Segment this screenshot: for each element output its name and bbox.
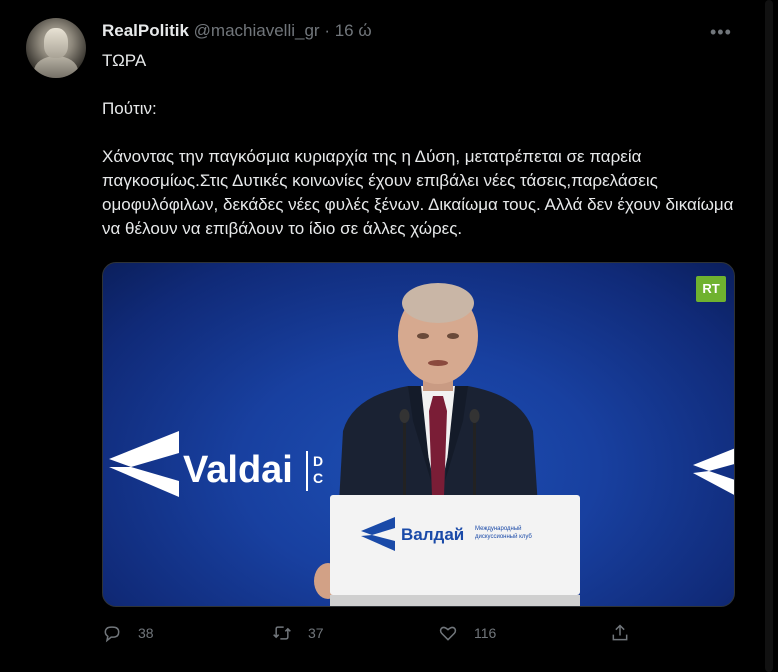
scrollbar[interactable] [760,0,778,672]
reply-icon [104,626,120,643]
tweet-actions: 38 37 116 [102,623,642,647]
podium-subtitle-line: Международный [475,526,522,532]
like-icon [439,626,457,641]
podium-base [330,595,580,606]
avatar-bust [44,28,68,58]
tweet-text: ΤΩΡΑ Πούτιν: Χάνοντας την παγκόσμια κυρι… [102,49,742,241]
retweet-button[interactable]: 37 [272,623,324,643]
share-button[interactable] [610,623,630,643]
divider [306,451,308,491]
avatar[interactable] [26,18,86,78]
retweet-count: 37 [308,625,324,641]
valdai-logo-icon [109,431,179,497]
tweet-container[interactable]: RealPolitik @machiavelli_gr · 16 ώ ••• Τ… [0,0,761,672]
valdai-logo-icon [693,448,734,495]
reply-count: 38 [138,625,154,641]
podium-subtitle-line: дискуссионный клуб [475,534,532,540]
rt-logo: RT [696,276,726,302]
more-horizontal-icon[interactable]: ••• [710,22,732,43]
tweet-text-line: Πούτιν: [102,99,157,118]
scrollbar-thumb[interactable] [765,0,773,672]
display-name[interactable]: RealPolitik [102,21,189,40]
timestamp[interactable]: 16 ώ [335,21,372,40]
podium-subtitle: Международный дискуссионный клуб [475,525,532,541]
user-handle[interactable]: @machiavelli_gr [194,21,320,40]
valdai-logo-icon [361,517,395,551]
avatar-shoulders [34,56,78,78]
like-count: 116 [474,625,497,641]
like-button[interactable]: 116 [438,623,496,643]
tweet-text-line: ΤΩΡΑ [102,51,147,70]
separator: · [324,21,330,40]
podium-brand: Валдай [401,525,465,544]
tweet-header: RealPolitik @machiavelli_gr · 16 ώ [102,21,372,41]
tweet-text-line: Χάνοντας την παγκόσμια κυριαρχία της η Δ… [102,147,734,238]
video-media[interactable]: Valdai D C RT Валдай Международный диску… [102,262,735,607]
share-icon [612,624,628,641]
reply-button[interactable]: 38 [102,623,154,643]
retweet-icon [273,626,291,640]
valdai-brand-text: Valdai [183,449,293,491]
